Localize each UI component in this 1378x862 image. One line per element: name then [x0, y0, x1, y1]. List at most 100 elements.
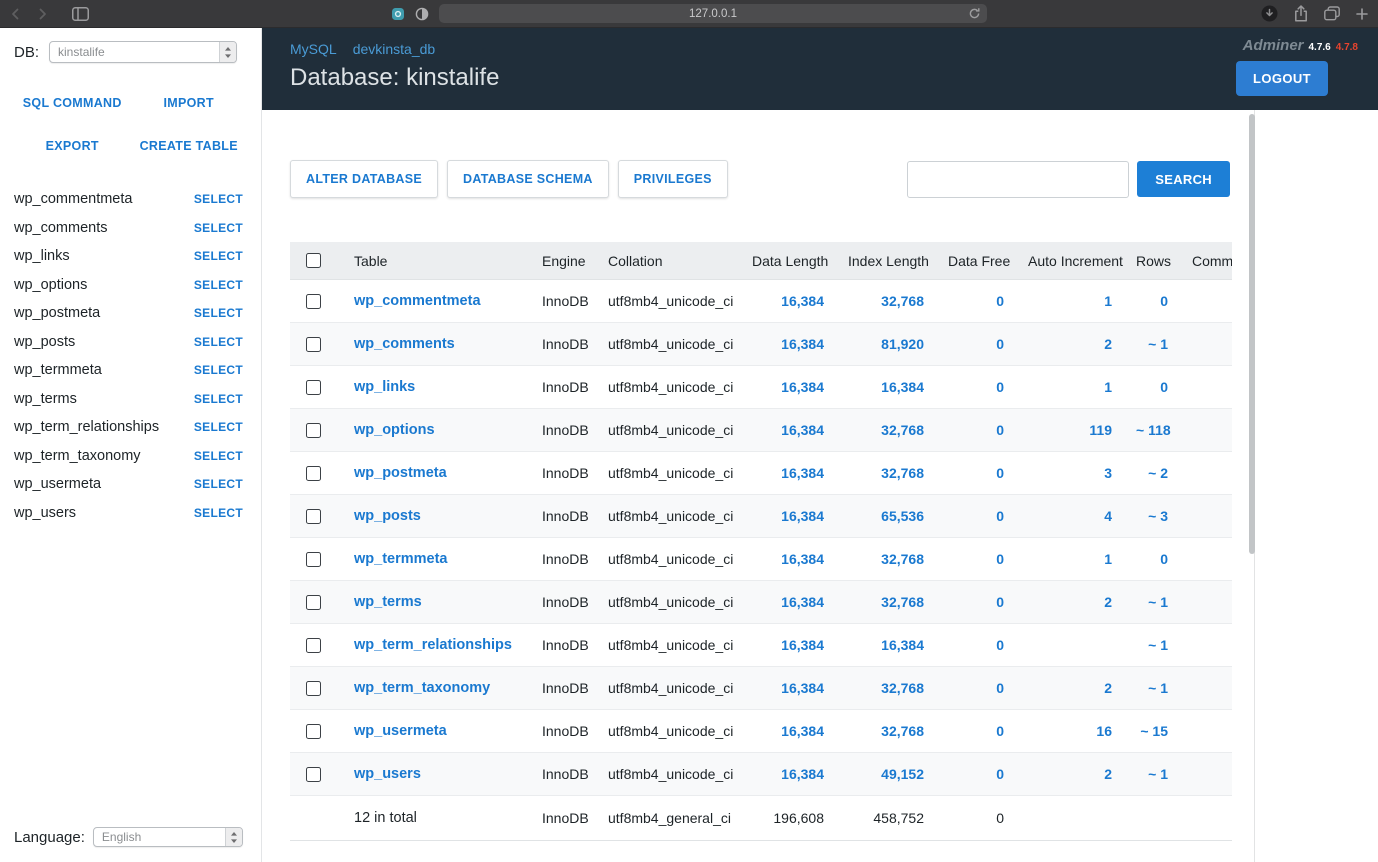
- row-checkbox[interactable]: [306, 337, 321, 352]
- index-length-link[interactable]: 32,768: [836, 551, 936, 567]
- index-length-link[interactable]: 32,768: [836, 723, 936, 739]
- sidebar-table-link[interactable]: wp_users: [14, 505, 76, 521]
- sidebar-table-link[interactable]: wp_commentmeta: [14, 191, 132, 207]
- data-length-link[interactable]: 16,384: [740, 422, 836, 438]
- data-length-link[interactable]: 16,384: [740, 379, 836, 395]
- rows-count-link[interactable]: 0: [1124, 379, 1180, 395]
- database-schema-button[interactable]: DATABASE SCHEMA: [447, 160, 609, 198]
- data-length-link[interactable]: 16,384: [740, 637, 836, 653]
- table-name-link[interactable]: wp_usermeta: [338, 723, 530, 739]
- data-length-link[interactable]: 16,384: [740, 680, 836, 696]
- row-checkbox[interactable]: [306, 638, 321, 653]
- sidebar-select-link[interactable]: SELECT: [194, 449, 243, 463]
- row-checkbox[interactable]: [306, 509, 321, 524]
- downloads-icon[interactable]: [1261, 5, 1278, 22]
- auto-increment-link[interactable]: 2: [1016, 766, 1124, 782]
- sidebar-select-link[interactable]: SELECT: [194, 506, 243, 520]
- auto-increment-link[interactable]: 1: [1016, 293, 1124, 309]
- table-name-link[interactable]: wp_options: [338, 422, 530, 438]
- row-checkbox[interactable]: [306, 681, 321, 696]
- data-length-link[interactable]: 16,384: [740, 594, 836, 610]
- sidebar-select-link[interactable]: SELECT: [194, 278, 243, 292]
- data-length-link[interactable]: 16,384: [740, 766, 836, 782]
- sidebar-select-link[interactable]: SELECT: [194, 306, 243, 320]
- auto-increment-link[interactable]: 2: [1016, 680, 1124, 696]
- sidebar-select-link[interactable]: SELECT: [194, 363, 243, 377]
- auto-increment-link[interactable]: 4: [1016, 508, 1124, 524]
- table-name-link[interactable]: wp_comments: [338, 336, 530, 352]
- rows-count-link[interactable]: ~ 1: [1124, 637, 1180, 653]
- auto-increment-link[interactable]: 1: [1016, 379, 1124, 395]
- row-checkbox[interactable]: [306, 466, 321, 481]
- auto-increment-link[interactable]: 119: [1016, 422, 1124, 438]
- data-free-link[interactable]: 0: [936, 422, 1016, 438]
- data-length-link[interactable]: 16,384: [740, 723, 836, 739]
- sidebar-select-link[interactable]: SELECT: [194, 335, 243, 349]
- alter-database-button[interactable]: ALTER DATABASE: [290, 160, 438, 198]
- rows-count-link[interactable]: ~ 15: [1124, 723, 1180, 739]
- row-checkbox[interactable]: [306, 423, 321, 438]
- row-checkbox[interactable]: [306, 294, 321, 309]
- table-name-link[interactable]: wp_users: [338, 766, 530, 782]
- rows-count-link[interactable]: ~ 1: [1124, 680, 1180, 696]
- data-free-link[interactable]: 0: [936, 336, 1016, 352]
- export-link[interactable]: EXPORT: [46, 139, 99, 153]
- data-free-link[interactable]: 0: [936, 551, 1016, 567]
- search-button[interactable]: SEARCH: [1137, 161, 1230, 197]
- sidebar-table-link[interactable]: wp_terms: [14, 391, 77, 407]
- privileges-button[interactable]: PRIVILEGES: [618, 160, 728, 198]
- data-length-link[interactable]: 16,384: [740, 336, 836, 352]
- breadcrumb-mysql-link[interactable]: MySQL: [290, 41, 337, 57]
- new-tab-icon[interactable]: [1356, 8, 1368, 20]
- sidebar-table-link[interactable]: wp_term_relationships: [14, 419, 159, 435]
- breadcrumb-db-link[interactable]: devkinsta_db: [353, 41, 436, 57]
- data-length-link[interactable]: 16,384: [740, 465, 836, 481]
- sidebar-table-link[interactable]: wp_options: [14, 277, 87, 293]
- sidebar-table-link[interactable]: wp_usermeta: [14, 476, 101, 492]
- data-free-link[interactable]: 0: [936, 766, 1016, 782]
- data-length-link[interactable]: 16,384: [740, 293, 836, 309]
- auto-increment-link[interactable]: 16: [1016, 723, 1124, 739]
- logout-button[interactable]: LOGOUT: [1236, 61, 1328, 96]
- table-name-link[interactable]: wp_termmeta: [338, 551, 530, 567]
- db-select[interactable]: kinstalife: [49, 41, 237, 63]
- scrollbar-thumb[interactable]: [1249, 114, 1255, 554]
- sidebar-toggle-icon[interactable]: [72, 7, 89, 21]
- rows-count-link[interactable]: ~ 2: [1124, 465, 1180, 481]
- search-input[interactable]: [907, 161, 1129, 198]
- tab-overview-icon[interactable]: [1324, 6, 1340, 21]
- index-length-link[interactable]: 32,768: [836, 293, 936, 309]
- rows-count-link[interactable]: ~ 1: [1124, 594, 1180, 610]
- index-length-link[interactable]: 32,768: [836, 465, 936, 481]
- sidebar-table-link[interactable]: wp_links: [14, 248, 70, 264]
- auto-increment-link[interactable]: 1: [1016, 551, 1124, 567]
- table-name-link[interactable]: wp_posts: [338, 508, 530, 524]
- create-table-link[interactable]: CREATE TABLE: [140, 139, 238, 153]
- row-checkbox[interactable]: [306, 552, 321, 567]
- rows-count-link[interactable]: ~ 3: [1124, 508, 1180, 524]
- table-name-link[interactable]: wp_links: [338, 379, 530, 395]
- data-free-link[interactable]: 0: [936, 637, 1016, 653]
- address-bar[interactable]: 127.0.0.1: [439, 4, 987, 23]
- rows-count-link[interactable]: ~ 1: [1124, 766, 1180, 782]
- auto-increment-link[interactable]: 3: [1016, 465, 1124, 481]
- index-length-link[interactable]: 32,768: [836, 422, 936, 438]
- data-free-link[interactable]: 0: [936, 723, 1016, 739]
- data-free-link[interactable]: 0: [936, 293, 1016, 309]
- rows-count-link[interactable]: 0: [1124, 293, 1180, 309]
- sidebar-select-link[interactable]: SELECT: [194, 420, 243, 434]
- extension-badge-icon[interactable]: [391, 7, 405, 21]
- forward-icon[interactable]: [36, 8, 48, 20]
- table-name-link[interactable]: wp_term_taxonomy: [338, 680, 530, 696]
- data-free-link[interactable]: 0: [936, 680, 1016, 696]
- sidebar-select-link[interactable]: SELECT: [194, 221, 243, 235]
- data-length-link[interactable]: 16,384: [740, 551, 836, 567]
- index-length-link[interactable]: 16,384: [836, 379, 936, 395]
- sidebar-select-link[interactable]: SELECT: [194, 192, 243, 206]
- row-checkbox[interactable]: [306, 767, 321, 782]
- sql-command-link[interactable]: SQL COMMAND: [23, 96, 122, 110]
- share-icon[interactable]: [1294, 5, 1308, 22]
- row-checkbox[interactable]: [306, 380, 321, 395]
- data-free-link[interactable]: 0: [936, 508, 1016, 524]
- sidebar-table-link[interactable]: wp_posts: [14, 334, 75, 350]
